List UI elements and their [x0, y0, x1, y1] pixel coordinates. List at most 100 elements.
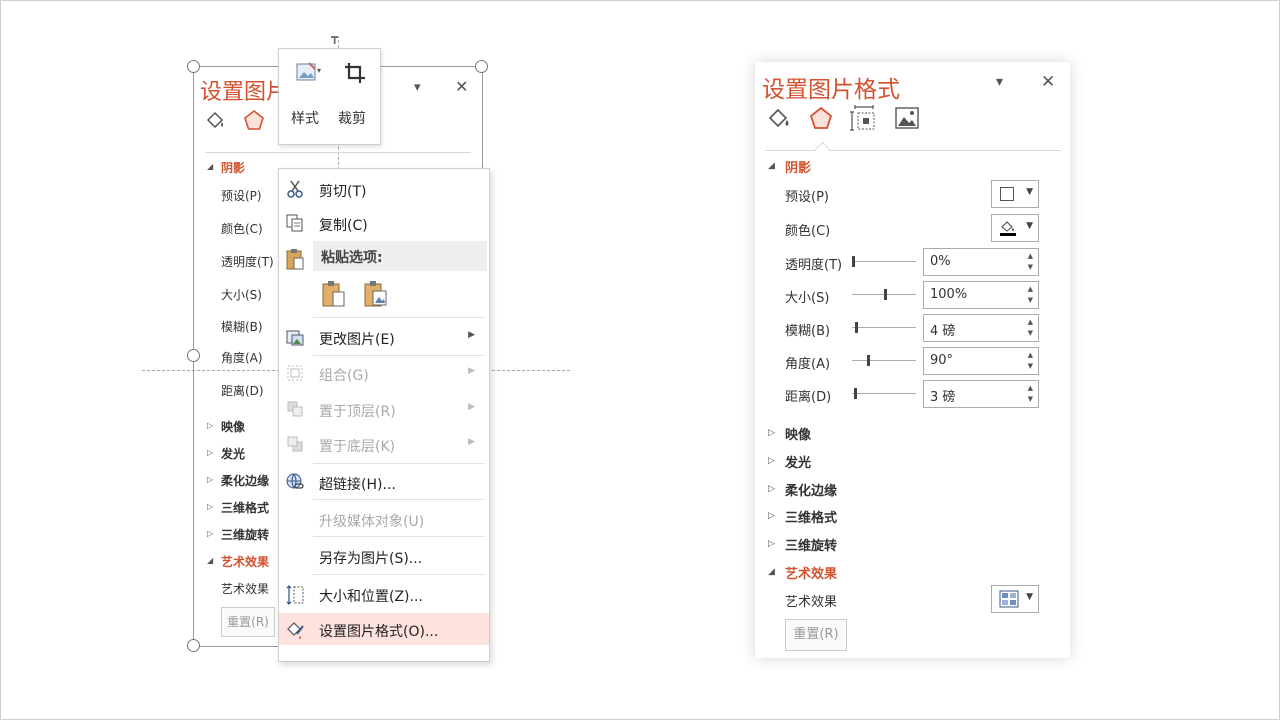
artistic-effect-gallery-icon: [999, 590, 1019, 608]
collapse-icon[interactable]: ◢: [207, 162, 213, 171]
expand-icon[interactable]: ▷: [207, 421, 213, 430]
left-section-3d-rotation[interactable]: 三维旋转: [221, 526, 269, 543]
angle-slider[interactable]: [852, 355, 916, 366]
slider-thumb[interactable]: [852, 256, 855, 267]
spin-up-icon[interactable]: ▲: [1028, 384, 1033, 392]
slider-thumb[interactable]: [855, 322, 858, 333]
slider-thumb[interactable]: [854, 388, 857, 399]
distance-spinner[interactable]: 3 磅 ▲ ▼: [923, 380, 1039, 408]
section-reflection[interactable]: 映像: [785, 424, 811, 443]
collapse-icon[interactable]: ◢: [768, 161, 775, 171]
rotate-handle[interactable]: ┳: [331, 30, 338, 44]
expand-icon[interactable]: ▷: [207, 529, 213, 538]
left-section-glow[interactable]: 发光: [221, 445, 245, 462]
expand-icon[interactable]: ▷: [207, 448, 213, 457]
transparency-slider[interactable]: [852, 256, 916, 267]
blur-slider[interactable]: [852, 322, 916, 333]
shadow-preset-swatch: [1000, 187, 1014, 201]
spin-down-icon[interactable]: ▼: [1028, 296, 1033, 304]
artistic-effect-dropdown[interactable]: ▼: [991, 585, 1039, 613]
section-artistic-effects[interactable]: 艺术效果: [785, 563, 837, 582]
menu-cut[interactable]: 剪切(T): [279, 173, 489, 205]
left-section-shadow[interactable]: 阴影: [221, 159, 245, 176]
paste-keep-formatting-icon[interactable]: [321, 279, 347, 309]
angle-spinner[interactable]: 90° ▲ ▼: [923, 347, 1039, 375]
menu-send-to-back[interactable]: 置于底层(K) ▶: [279, 428, 489, 460]
left-section-artistic[interactable]: 艺术效果: [221, 553, 269, 570]
pane-options-icon[interactable]: ▾: [996, 74, 1003, 90]
distance-slider[interactable]: [852, 388, 916, 399]
section-soft-edges[interactable]: 柔化边缘: [785, 480, 837, 499]
crop-button[interactable]: 裁剪: [338, 108, 366, 128]
fill-line-tab-icon[interactable]: [765, 104, 793, 132]
menu-upgrade-media[interactable]: 升级媒体对象(U): [279, 503, 489, 535]
left-transparency-label: 透明度(T): [221, 255, 274, 269]
resize-handle-middle-left[interactable]: [187, 349, 200, 362]
slider-thumb[interactable]: [884, 289, 887, 300]
paste-as-picture-icon[interactable]: [363, 279, 389, 309]
pane-close-icon[interactable]: ✕: [1041, 72, 1055, 92]
effects-tab-icon[interactable]: [807, 104, 835, 132]
left-panel-close-icon[interactable]: ✕: [455, 77, 468, 96]
transparency-spinner[interactable]: 0% ▲ ▼: [923, 248, 1039, 276]
context-menu: 剪切(T) 复制(C) 粘贴选项: 更改图片(E) ▶ 组合(G) ▶ 置于顶层…: [278, 168, 490, 662]
resize-handle-top-left[interactable]: [187, 60, 200, 73]
effects-icon[interactable]: [242, 108, 266, 132]
spin-down-icon[interactable]: ▼: [1028, 263, 1033, 271]
menu-format-picture[interactable]: 设置图片格式(O)...: [279, 613, 489, 645]
style-button[interactable]: 样式: [291, 108, 319, 128]
clipboard-icon: [285, 247, 305, 270]
menu-group[interactable]: 组合(G) ▶: [279, 357, 489, 389]
menu-size-position[interactable]: 大小和位置(Z)...: [279, 578, 489, 610]
spin-up-icon[interactable]: ▲: [1028, 351, 1033, 359]
expand-icon[interactable]: ▷: [768, 456, 775, 466]
spin-down-icon[interactable]: ▼: [1028, 362, 1033, 370]
resize-handle-bottom-left[interactable]: [187, 639, 200, 652]
spin-up-icon[interactable]: ▲: [1028, 285, 1033, 293]
left-section-reflection[interactable]: 映像: [221, 418, 245, 435]
menu-copy[interactable]: 复制(C): [279, 207, 489, 239]
collapse-icon[interactable]: ◢: [768, 567, 775, 577]
crop-icon[interactable]: [343, 61, 367, 85]
menu-save-as-picture[interactable]: 另存为图片(S)...: [279, 540, 489, 572]
section-glow[interactable]: 发光: [785, 452, 811, 471]
expand-icon[interactable]: ▷: [207, 475, 213, 484]
left-preset-label: 预设(P): [221, 189, 262, 203]
fill-line-icon[interactable]: [203, 108, 227, 132]
picture-tab-icon[interactable]: [893, 104, 921, 132]
spin-down-icon[interactable]: ▼: [1028, 395, 1033, 403]
size-position-icon: [285, 584, 305, 605]
left-section-3d-format[interactable]: 三维格式: [221, 499, 269, 516]
slider-thumb[interactable]: [867, 355, 870, 366]
spin-up-icon[interactable]: ▲: [1028, 252, 1033, 260]
left-reset-button[interactable]: 重置(R): [221, 607, 275, 637]
size-spinner[interactable]: 100% ▲ ▼: [923, 281, 1039, 309]
menu-change-picture[interactable]: 更改图片(E) ▶: [279, 321, 489, 353]
menu-bring-to-front[interactable]: 置于顶层(R) ▶: [279, 393, 489, 425]
spin-up-icon[interactable]: ▲: [1028, 318, 1033, 326]
collapse-icon[interactable]: ◢: [207, 556, 213, 565]
color-dropdown[interactable]: ▼: [991, 214, 1039, 242]
expand-icon[interactable]: ▷: [768, 539, 775, 549]
menu-hyperlink[interactable]: 超链接(H)...: [279, 466, 489, 498]
expand-icon[interactable]: ▷: [768, 511, 775, 521]
expand-icon[interactable]: ▷: [768, 428, 775, 438]
section-3d-format[interactable]: 三维格式: [785, 507, 837, 526]
preset-dropdown[interactable]: ▼: [991, 180, 1039, 208]
spin-down-icon[interactable]: ▼: [1028, 329, 1033, 337]
resize-handle-top-right[interactable]: [475, 60, 488, 73]
style-icon[interactable]: ▾: [295, 61, 325, 85]
section-3d-rotation[interactable]: 三维旋转: [785, 535, 837, 554]
left-size-label: 大小(S): [221, 288, 262, 302]
left-section-soft-edges[interactable]: 柔化边缘: [221, 472, 269, 489]
blur-spinner[interactable]: 4 磅 ▲ ▼: [923, 314, 1039, 342]
expand-icon[interactable]: ▷: [207, 502, 213, 511]
reset-button[interactable]: 重置(R): [785, 619, 847, 651]
section-shadow[interactable]: 阴影: [785, 157, 811, 176]
size-slider[interactable]: [852, 289, 916, 300]
expand-icon[interactable]: ▷: [768, 484, 775, 494]
size-properties-tab-icon[interactable]: [850, 104, 878, 132]
preset-label: 预设(P): [785, 190, 829, 205]
left-panel-options-icon[interactable]: ▾: [414, 80, 421, 95]
submenu-arrow-icon: ▶: [468, 366, 475, 376]
